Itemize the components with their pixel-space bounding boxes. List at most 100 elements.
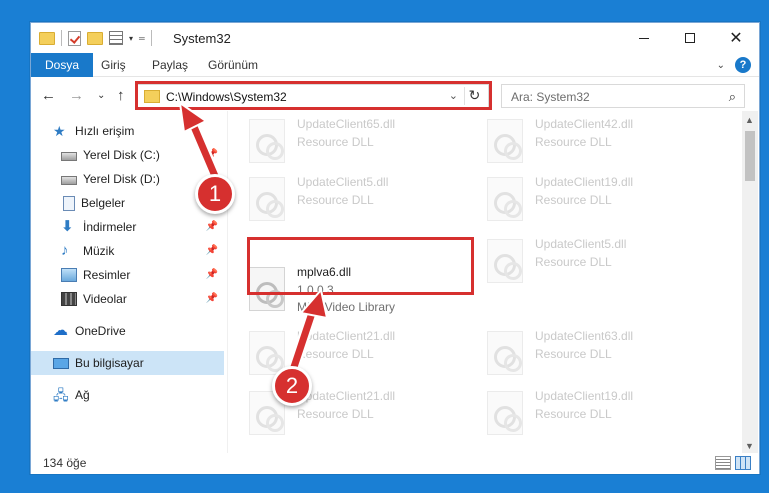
file-item[interactable]: UpdateClient5.dll Resource DLL	[469, 231, 699, 287]
scroll-down-icon[interactable]: ▼	[745, 441, 754, 451]
search-icon[interactable]: ⌕	[729, 89, 736, 105]
dll-file-icon	[249, 177, 285, 221]
sidebar-item-music[interactable]: ♪ Müzik 📌	[31, 239, 224, 263]
file-name: UpdateClient42.dll	[535, 117, 634, 131]
sidebar-item-quick-access[interactable]: ★ Hızlı erişim	[31, 119, 224, 143]
navigation-pane: ★ Hızlı erişim Yerel Disk (C:) 📌 Yerel D…	[31, 119, 224, 453]
dll-file-icon	[249, 119, 285, 163]
download-icon: ⬇	[61, 218, 74, 235]
sidebar-item-label: Belgeler	[81, 196, 126, 210]
file-type: Resource DLL	[535, 135, 612, 149]
search-box[interactable]: Ara: System32 ⌕	[501, 84, 745, 108]
sidebar-item-label: Bu bilgisayar	[75, 356, 144, 370]
forward-arrow-icon[interactable]: →	[69, 87, 84, 104]
new-folder-icon[interactable]	[87, 31, 103, 45]
properties-check-icon[interactable]	[68, 30, 81, 46]
file-item[interactable]: UpdateClient21.dll Resource DLL	[231, 323, 461, 379]
maximize-icon	[685, 33, 695, 43]
pin-icon[interactable]: 📌	[206, 149, 218, 160]
sidebar-item-label: Yerel Disk (D:)	[83, 172, 160, 186]
file-description: MPL Video Library	[297, 300, 396, 314]
minimize-button[interactable]	[621, 23, 667, 53]
file-item[interactable]: UpdateClient19.dll Resource DLL	[469, 169, 699, 225]
sidebar-item-onedrive[interactable]: ☁ OneDrive	[31, 319, 224, 343]
search-placeholder[interactable]: Ara: System32	[511, 90, 590, 104]
sidebar-item-label: Hızlı erişim	[75, 124, 135, 138]
sidebar-item-network[interactable]: 🖧 Ağ	[31, 383, 224, 407]
file-name: UpdateClient21.dll	[297, 329, 396, 343]
file-type: Resource DLL	[535, 407, 612, 421]
quick-access-toolbar: ▾ ═	[39, 29, 152, 47]
star-icon: ★	[53, 123, 66, 139]
help-icon[interactable]: ?	[735, 57, 751, 73]
window-title: System32	[173, 31, 231, 46]
navigation-bar: ← → ⌄ ↑ C:\Windows\System32 ⌄ ↻ Ara: Sys…	[31, 81, 759, 111]
disk-icon	[61, 152, 77, 161]
pin-icon[interactable]: 📌	[206, 221, 218, 232]
details-view-icon[interactable]	[715, 456, 731, 470]
music-icon: ♪	[61, 242, 69, 259]
maximize-button[interactable]	[667, 23, 713, 53]
disk-icon	[61, 176, 77, 185]
tab-home[interactable]: Giriş	[101, 53, 126, 77]
toolbar-divider	[61, 30, 62, 46]
file-highlight-box	[247, 237, 474, 295]
status-bar: 134 öğe	[31, 453, 759, 474]
tiles-view-icon[interactable]	[735, 456, 751, 470]
file-item[interactable]: UpdateClient42.dll Resource DLL	[469, 111, 699, 167]
file-item[interactable]: UpdateClient5.dll Resource DLL	[231, 169, 461, 225]
dll-file-icon	[487, 391, 523, 435]
file-name: UpdateClient63.dll	[535, 329, 634, 343]
video-icon	[61, 292, 77, 306]
close-button[interactable]: ✕	[713, 23, 759, 53]
ribbon-tabs: Dosya Giriş Paylaş Görünüm ⌄ ?	[31, 53, 759, 77]
file-item[interactable]: UpdateClient21.dll Resource DLL	[231, 383, 461, 439]
pane-divider[interactable]	[227, 111, 228, 453]
file-name: UpdateClient19.dll	[535, 175, 634, 189]
vertical-scrollbar[interactable]: ▲ ▼	[742, 111, 758, 453]
pin-icon[interactable]: 📌	[206, 269, 218, 280]
cloud-icon: ☁	[53, 322, 68, 339]
tab-file[interactable]: Dosya	[31, 53, 94, 77]
pin-icon[interactable]: 📌	[206, 293, 218, 304]
tab-share[interactable]: Paylaş	[152, 53, 188, 77]
file-type: Resource DLL	[297, 407, 374, 421]
expand-ribbon-icon[interactable]: ⌄	[717, 60, 725, 71]
sidebar-item-local-disk-c[interactable]: Yerel Disk (C:) 📌	[31, 143, 224, 167]
scroll-up-icon[interactable]: ▲	[745, 115, 754, 125]
file-item[interactable]: UpdateClient19.dll Resource DLL	[469, 383, 699, 439]
sidebar-item-label: Videolar	[83, 292, 127, 306]
sidebar-item-label: Ağ	[75, 388, 90, 402]
scrollbar-thumb[interactable]	[745, 131, 755, 181]
sidebar-item-label: Resimler	[83, 268, 131, 282]
sidebar-item-pictures[interactable]: Resimler 📌	[31, 263, 224, 287]
file-item[interactable]: UpdateClient65.dll Resource DLL	[231, 111, 461, 167]
up-arrow-icon[interactable]: ↑	[117, 87, 125, 104]
file-type: Resource DLL	[535, 347, 612, 361]
sidebar-item-downloads[interactable]: ⬇ İndirmeler 📌	[31, 215, 224, 239]
sidebar-item-label: Müzik	[83, 244, 115, 258]
sidebar-item-videos[interactable]: Videolar 📌	[31, 287, 224, 311]
pictures-icon	[61, 268, 77, 282]
file-name: UpdateClient21.dll	[297, 389, 396, 403]
file-type: Resource DLL	[535, 193, 612, 207]
step-badge-2: 2	[272, 366, 312, 406]
network-icon: 🖧	[53, 387, 69, 403]
close-icon: ✕	[729, 30, 743, 47]
tab-view[interactable]: Görünüm	[208, 53, 258, 77]
pin-icon[interactable]: 📌	[206, 245, 218, 256]
sidebar-item-label: İndirmeler	[83, 220, 137, 234]
back-arrow-icon[interactable]: ←	[41, 87, 56, 104]
toolbar-overflow-icon[interactable]: ═	[139, 34, 145, 43]
dll-file-icon	[487, 177, 523, 221]
file-type: Resource DLL	[535, 255, 612, 269]
file-name: UpdateClient65.dll	[297, 117, 396, 131]
sidebar-item-this-pc[interactable]: Bu bilgisayar	[31, 351, 224, 375]
computer-icon	[53, 357, 69, 369]
properties-icon[interactable]	[109, 31, 123, 45]
recent-locations-chevron-icon[interactable]: ⌄	[97, 90, 105, 101]
document-icon	[63, 195, 75, 211]
dll-file-icon	[487, 331, 523, 375]
file-item[interactable]: UpdateClient63.dll Resource DLL	[469, 323, 699, 379]
customize-dropdown-icon[interactable]: ▾	[129, 34, 133, 43]
